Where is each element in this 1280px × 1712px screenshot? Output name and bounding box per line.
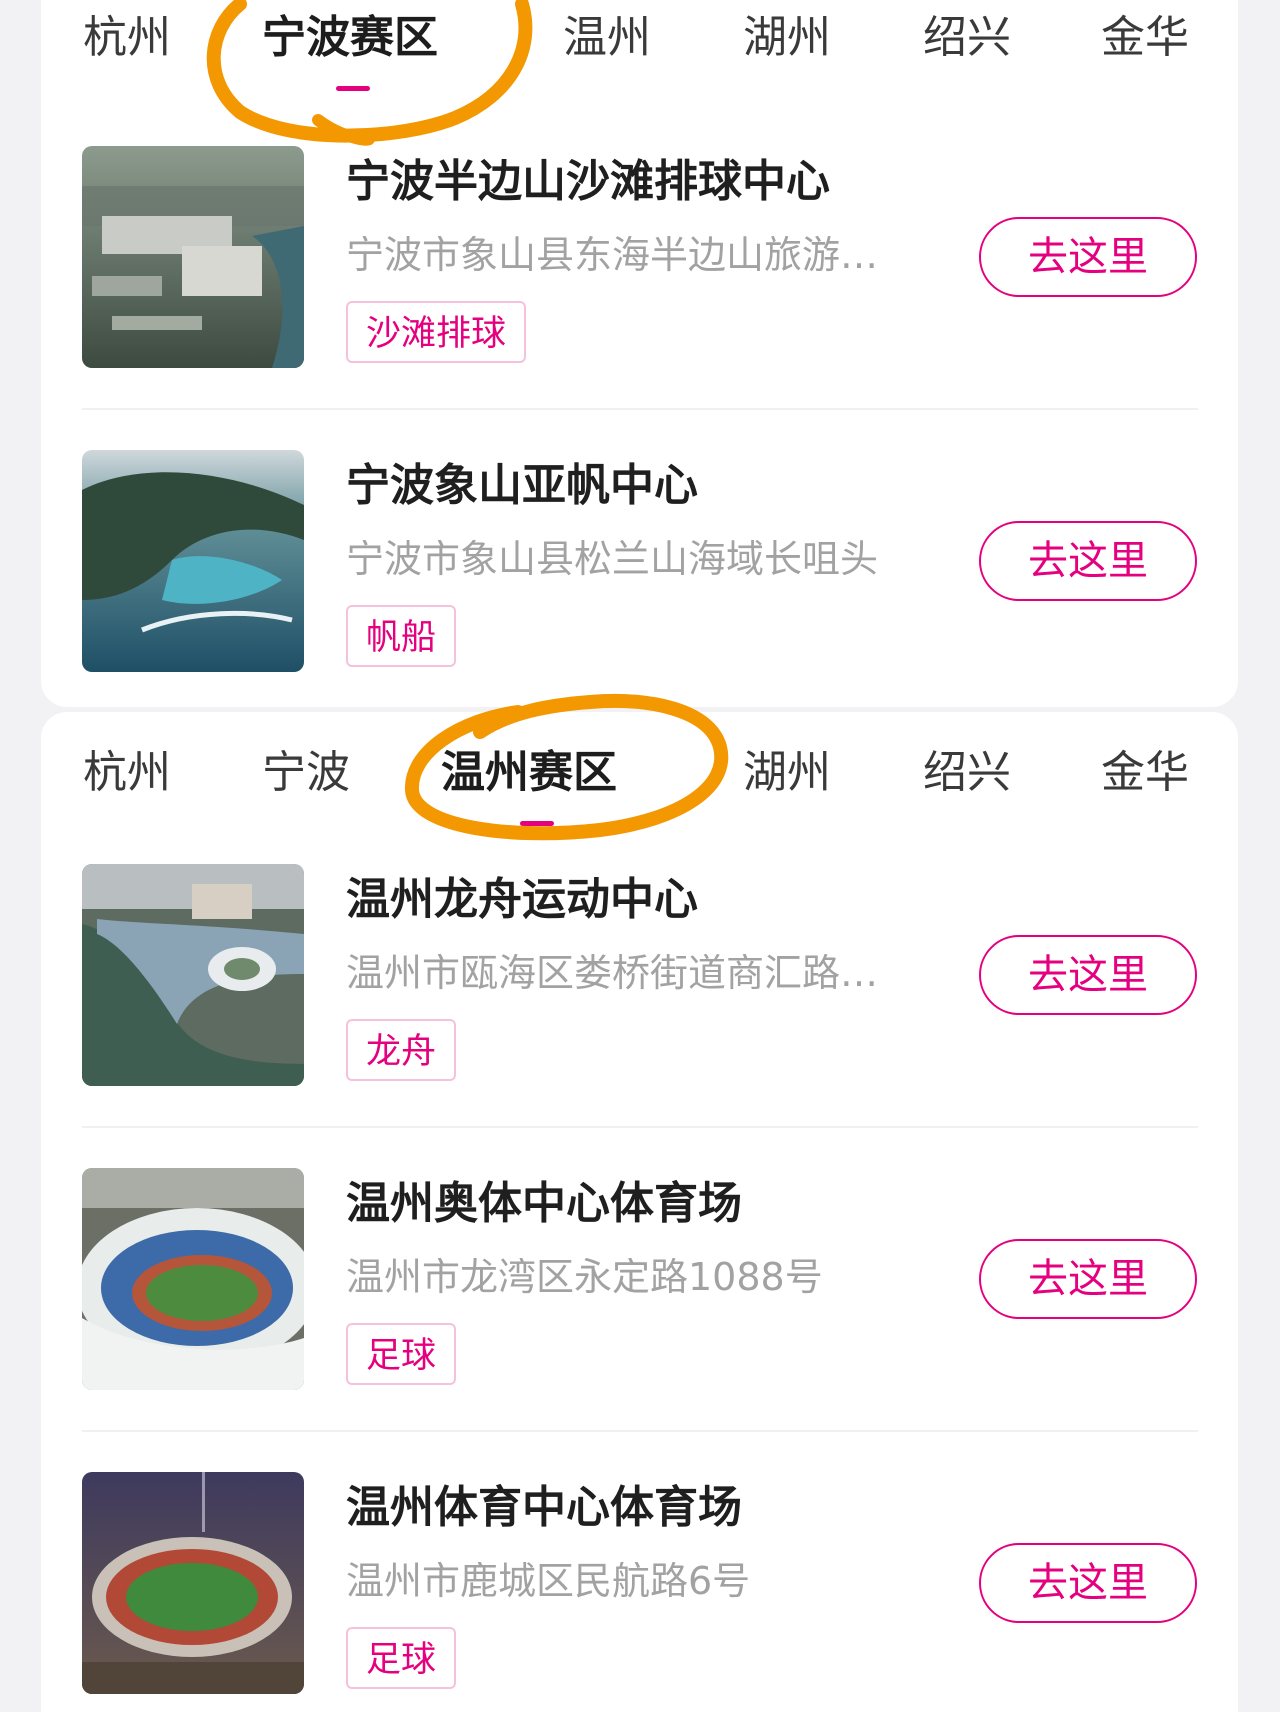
venue-name[interactable]: 温州体育中心体育场	[346, 1486, 742, 1530]
sport-tag: 足球	[346, 1627, 457, 1689]
tab-huzhou[interactable]: 湖州	[743, 16, 831, 60]
tab-ningbo-active[interactable]: 宁波赛区	[262, 16, 438, 60]
go-here-button[interactable]: 去这里	[979, 1543, 1197, 1623]
venue-thumbnail-stadium-image[interactable]	[82, 1168, 304, 1390]
tab-hangzhou[interactable]: 杭州	[83, 16, 171, 60]
tab-jinhua[interactable]: 金华	[1101, 751, 1189, 795]
venue-address: 宁波市象山县东海半边山旅游…	[346, 236, 879, 274]
tab-wenzhou-active[interactable]: 温州赛区	[441, 751, 617, 795]
list-divider	[82, 1430, 1198, 1432]
venue-name[interactable]: 温州奥体中心体育场	[346, 1182, 742, 1226]
venue-address: 温州市龙湾区永定路1088号	[346, 1258, 823, 1296]
tab-wenzhou[interactable]: 温州	[563, 16, 651, 60]
sport-tag: 足球	[346, 1323, 457, 1385]
tab-ningbo[interactable]: 宁波	[262, 751, 350, 795]
tab-shaoxing[interactable]: 绍兴	[923, 16, 1011, 60]
venue-thumbnail-aerial-city-image[interactable]	[82, 146, 304, 368]
venue-thumbnail-stadium-night-image[interactable]	[82, 1472, 304, 1694]
venue-name[interactable]: 宁波象山亚帆中心	[346, 464, 698, 508]
go-here-button[interactable]: 去这里	[979, 1239, 1197, 1319]
venue-address: 温州市瓯海区娄桥街道商汇路…	[346, 954, 879, 992]
tab-shaoxing[interactable]: 绍兴	[923, 751, 1011, 795]
venue-address: 温州市鹿城区民航路6号	[346, 1562, 751, 1600]
tab-huzhou[interactable]: 湖州	[743, 751, 831, 795]
tab-jinhua[interactable]: 金华	[1101, 16, 1189, 60]
sport-tag: 帆船	[346, 605, 457, 667]
active-tab-indicator	[336, 86, 370, 91]
venue-name[interactable]: 宁波半边山沙滩排球中心	[346, 160, 830, 204]
go-here-button[interactable]: 去这里	[979, 521, 1197, 601]
go-here-button[interactable]: 去这里	[979, 935, 1197, 1015]
active-tab-indicator	[520, 821, 554, 826]
sport-tag: 沙滩排球	[346, 301, 527, 363]
list-divider	[82, 408, 1198, 410]
venue-name[interactable]: 温州龙舟运动中心	[346, 878, 698, 922]
list-divider	[82, 1126, 1198, 1128]
venue-address: 宁波市象山县松兰山海域长咀头	[346, 540, 879, 578]
sport-tag: 龙舟	[346, 1019, 457, 1081]
venue-thumbnail-aerial-coast-image[interactable]	[82, 450, 304, 672]
go-here-button[interactable]: 去这里	[979, 217, 1197, 297]
venue-thumbnail-aerial-river-image[interactable]	[82, 864, 304, 1086]
tab-hangzhou[interactable]: 杭州	[83, 751, 171, 795]
